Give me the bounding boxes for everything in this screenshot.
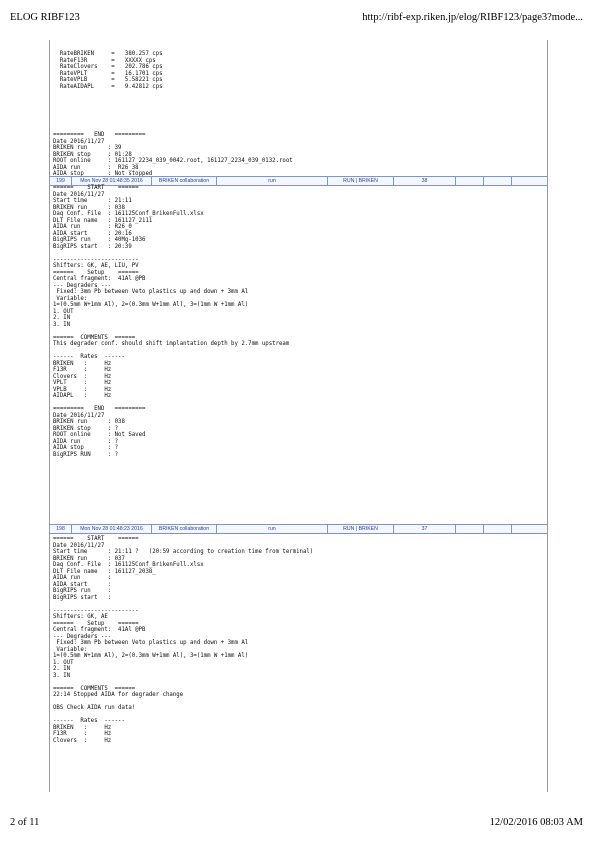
entry-id[interactable]: 198: [50, 525, 72, 533]
entry-subject[interactable]: 37: [394, 525, 456, 533]
entry-extra-cell: [456, 525, 484, 533]
entry-date[interactable]: Mon Nov 28 01:48:35 2016: [72, 177, 152, 185]
entry-id[interactable]: 199: [50, 177, 72, 185]
entry-extra-cell: [512, 177, 538, 185]
rates-text: RateBRIKEN = 380.257 cps RateF13R = XXXX…: [59, 51, 163, 90]
entry-body-text: ====== START ====== Date 2016/11/27 Star…: [53, 536, 314, 744]
entry-date[interactable]: Mon Nov 28 01:48:23 2016: [72, 525, 152, 533]
entry-body-198: ====== START ====== Date 2016/11/27 Star…: [50, 536, 547, 744]
entry-extra-cell: [456, 177, 484, 185]
entry-rates: RateBRIKEN = 380.257 cps RateF13R = XXXX…: [50, 51, 547, 90]
entry-extra-cell: [484, 177, 512, 185]
entry-subject[interactable]: 38: [394, 177, 456, 185]
entry-body-text: ====== START ====== Date 2016/11/27 Star…: [53, 185, 290, 458]
elog-content-frame: RateBRIKEN = 380.257 cps RateF13R = XXXX…: [49, 40, 548, 792]
entry-category[interactable]: RUN | BRIKEN: [328, 525, 394, 533]
browser-title: ELOG RIBF123: [10, 12, 80, 23]
page-count: 2 of 11: [10, 817, 40, 828]
entry-row-198[interactable]: 198 Mon Nov 28 01:48:23 2016 BRIKEN coll…: [50, 524, 547, 534]
entry-body-199: ====== START ====== Date 2016/11/27 Star…: [50, 185, 547, 458]
print-timestamp: 12/02/2016 08:03 AM: [489, 817, 583, 828]
entry-type[interactable]: run: [217, 177, 328, 185]
entry-author[interactable]: BRIKEN collaboration: [152, 177, 217, 185]
entry-extra-cell: [484, 525, 512, 533]
entry-extra-cell: [512, 525, 538, 533]
entry-type[interactable]: run: [217, 525, 328, 533]
page-url[interactable]: http://ribf-exp.riken.jp/elog/RIBF123/pa…: [362, 12, 583, 23]
entry-category[interactable]: RUN | BRIKEN: [328, 177, 394, 185]
entry-author[interactable]: BRIKEN collaboration: [152, 525, 217, 533]
